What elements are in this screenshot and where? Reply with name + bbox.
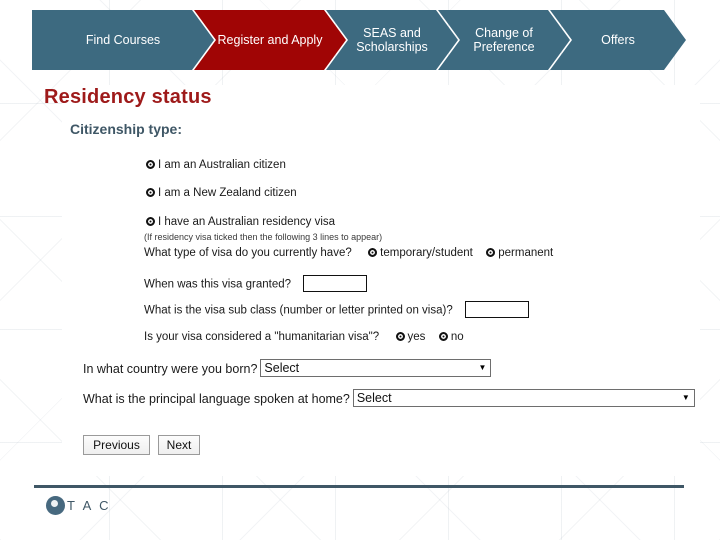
principal-language-row: What is the principal language spoken at… — [83, 389, 695, 408]
citizenship-type-label: Citizenship type: — [70, 121, 183, 137]
radio-icon[interactable] — [486, 248, 496, 257]
step-label: Register and Apply — [217, 33, 323, 47]
radio-icon[interactable] — [395, 332, 405, 341]
step-find-courses[interactable]: Find Courses — [32, 10, 214, 70]
radio-label: I am a New Zealand citizen — [158, 187, 297, 199]
country-of-birth-value: Select — [264, 361, 300, 375]
radio-australian-citizen[interactable]: I am an Australian citizen — [146, 159, 286, 171]
radio-visa-temporary-student[interactable]: temporary/student — [368, 247, 473, 259]
visa-granted-input[interactable] — [303, 275, 368, 292]
radio-label: I have an Australian residency visa — [158, 216, 336, 228]
step-offers[interactable]: Offers — [550, 10, 686, 70]
radio-visa-permanent[interactable]: permanent — [486, 247, 553, 259]
radio-label: yes — [407, 331, 426, 343]
humanitarian-visa-row: Is your visa considered a "humanitarian … — [144, 331, 464, 343]
visa-subclass-row: What is the visa sub class (number or le… — [144, 301, 530, 319]
radio-icon[interactable] — [146, 188, 155, 197]
conditional-note: (If residency visa ticked then the follo… — [144, 232, 383, 242]
visa-granted-question: When was this visa granted? — [144, 278, 292, 291]
principal-language-label: What is the principal language spoken at… — [83, 392, 350, 406]
humanitarian-question: Is your visa considered a "humanitarian … — [144, 331, 380, 343]
vtac-logo-mark-icon — [46, 496, 65, 515]
visa-subclass-input[interactable] — [465, 301, 530, 318]
radio-humanitarian-no[interactable]: no — [438, 331, 464, 343]
next-button[interactable]: Next — [158, 435, 200, 455]
radio-icon[interactable] — [438, 332, 448, 341]
step-label: Offers — [601, 33, 635, 47]
vtac-logo: T A C — [46, 496, 111, 515]
footer-divider — [34, 485, 684, 488]
radio-icon[interactable] — [146, 217, 155, 226]
visa-granted-row: When was this visa granted? — [144, 275, 368, 293]
step-register-and-apply[interactable]: Register and Apply — [194, 10, 346, 70]
vtac-logo-text: T A C — [67, 498, 112, 513]
country-of-birth-label: In what country were you born? — [83, 362, 258, 376]
step-label: Find Courses — [85, 33, 161, 47]
page-title: Residency status — [44, 86, 212, 108]
radio-australian-residency-visa[interactable]: I have an Australian residency visa — [146, 216, 335, 228]
visa-type-question: What type of visa do you currently have? — [144, 247, 352, 259]
radio-new-zealand-citizen[interactable]: I am a New Zealand citizen — [146, 187, 297, 199]
visa-type-row: What type of visa do you currently have?… — [144, 247, 553, 259]
chevron-down-icon: ▼ — [478, 363, 487, 372]
country-of-birth-row: In what country were you born? Select ▼ — [83, 359, 492, 378]
radio-label: permanent — [498, 247, 554, 259]
radio-label: temporary/student — [380, 247, 473, 259]
country-of-birth-select[interactable]: Select ▼ — [260, 359, 492, 377]
previous-button[interactable]: Previous — [83, 435, 150, 455]
radio-icon[interactable] — [368, 248, 378, 257]
principal-language-select[interactable]: Select ▼ — [352, 389, 695, 407]
radio-label: no — [450, 331, 464, 343]
principal-language-value: Select — [356, 391, 392, 405]
radio-humanitarian-yes[interactable]: yes — [395, 331, 426, 343]
process-step-banner: Find Courses Register and Apply SEAS and… — [32, 10, 686, 70]
chevron-down-icon: ▼ — [681, 393, 690, 402]
radio-icon[interactable] — [146, 160, 155, 169]
radio-label: I am an Australian citizen — [158, 159, 286, 171]
visa-subclass-question: What is the visa sub class (number or le… — [144, 304, 453, 317]
